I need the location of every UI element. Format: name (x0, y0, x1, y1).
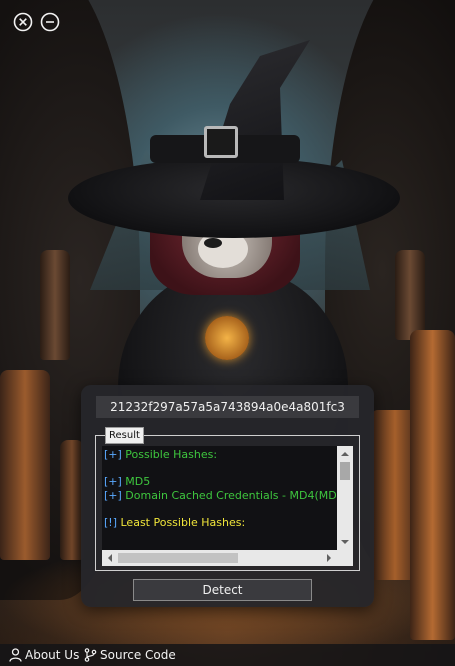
result-text: [+] Possible Hashes: [+] MD5 [+] Domain Ca… (104, 448, 336, 548)
source-code-label: Source Code (100, 648, 176, 662)
minimize-circle-icon (40, 12, 60, 32)
scroll-right-icon[interactable] (327, 554, 331, 562)
result-line (104, 502, 336, 516)
result-line: [+] Possible Hashes: (104, 448, 336, 462)
result-line (104, 462, 336, 476)
close-circle-icon (13, 12, 33, 32)
about-us-link[interactable]: About Us (9, 647, 79, 663)
result-line-prefix: [+] (104, 448, 122, 461)
source-code-link[interactable]: Source Code (84, 647, 176, 663)
result-line-prefix: [!] (104, 515, 117, 529)
scrollbar-corner (337, 550, 353, 566)
detect-button[interactable]: Detect (133, 579, 312, 601)
horizontal-scroll-thumb[interactable] (118, 553, 238, 563)
vertical-scroll-thumb[interactable] (340, 462, 350, 480)
user-icon (9, 648, 22, 662)
horizontal-scrollbar[interactable] (102, 550, 337, 566)
close-button[interactable] (13, 12, 33, 32)
result-line-text: MD5 (121, 475, 151, 488)
result-line-text: Possible Hashes: (121, 448, 218, 461)
result-line-prefix: [+] (104, 488, 122, 502)
about-us-label: About Us (25, 648, 80, 662)
hash-input[interactable] (96, 396, 359, 418)
result-line-prefix: [+] (104, 475, 122, 488)
result-legend: Result (105, 427, 144, 444)
result-group: Result [+] Possible Hashes: [+] MD5 [+] Do… (95, 427, 360, 571)
result-textbox[interactable]: [+] Possible Hashes: [+] MD5 [+] Domain Ca… (102, 446, 353, 566)
scroll-up-icon[interactable] (341, 452, 349, 456)
hash-identifier-panel: Result [+] Possible Hashes:[+] MD5[+] Do… (81, 385, 374, 607)
result-line: [+] MD5 (104, 475, 336, 489)
result-line: [!] Least Possible Hashes: (104, 516, 336, 530)
minimize-button[interactable] (40, 12, 60, 32)
footer-bar: About Us Source Code (0, 644, 455, 666)
result-line-text: Domain Cached Credentials - MD4(MD4(( (121, 488, 336, 502)
git-branch-icon (84, 648, 97, 662)
vertical-scrollbar[interactable] (337, 446, 353, 550)
scroll-down-icon[interactable] (341, 540, 349, 544)
scroll-left-icon[interactable] (108, 554, 112, 562)
result-line-text: Least Possible Hashes: (117, 515, 246, 529)
result-line: [+] Domain Cached Credentials - MD4(MD4(… (104, 489, 336, 503)
